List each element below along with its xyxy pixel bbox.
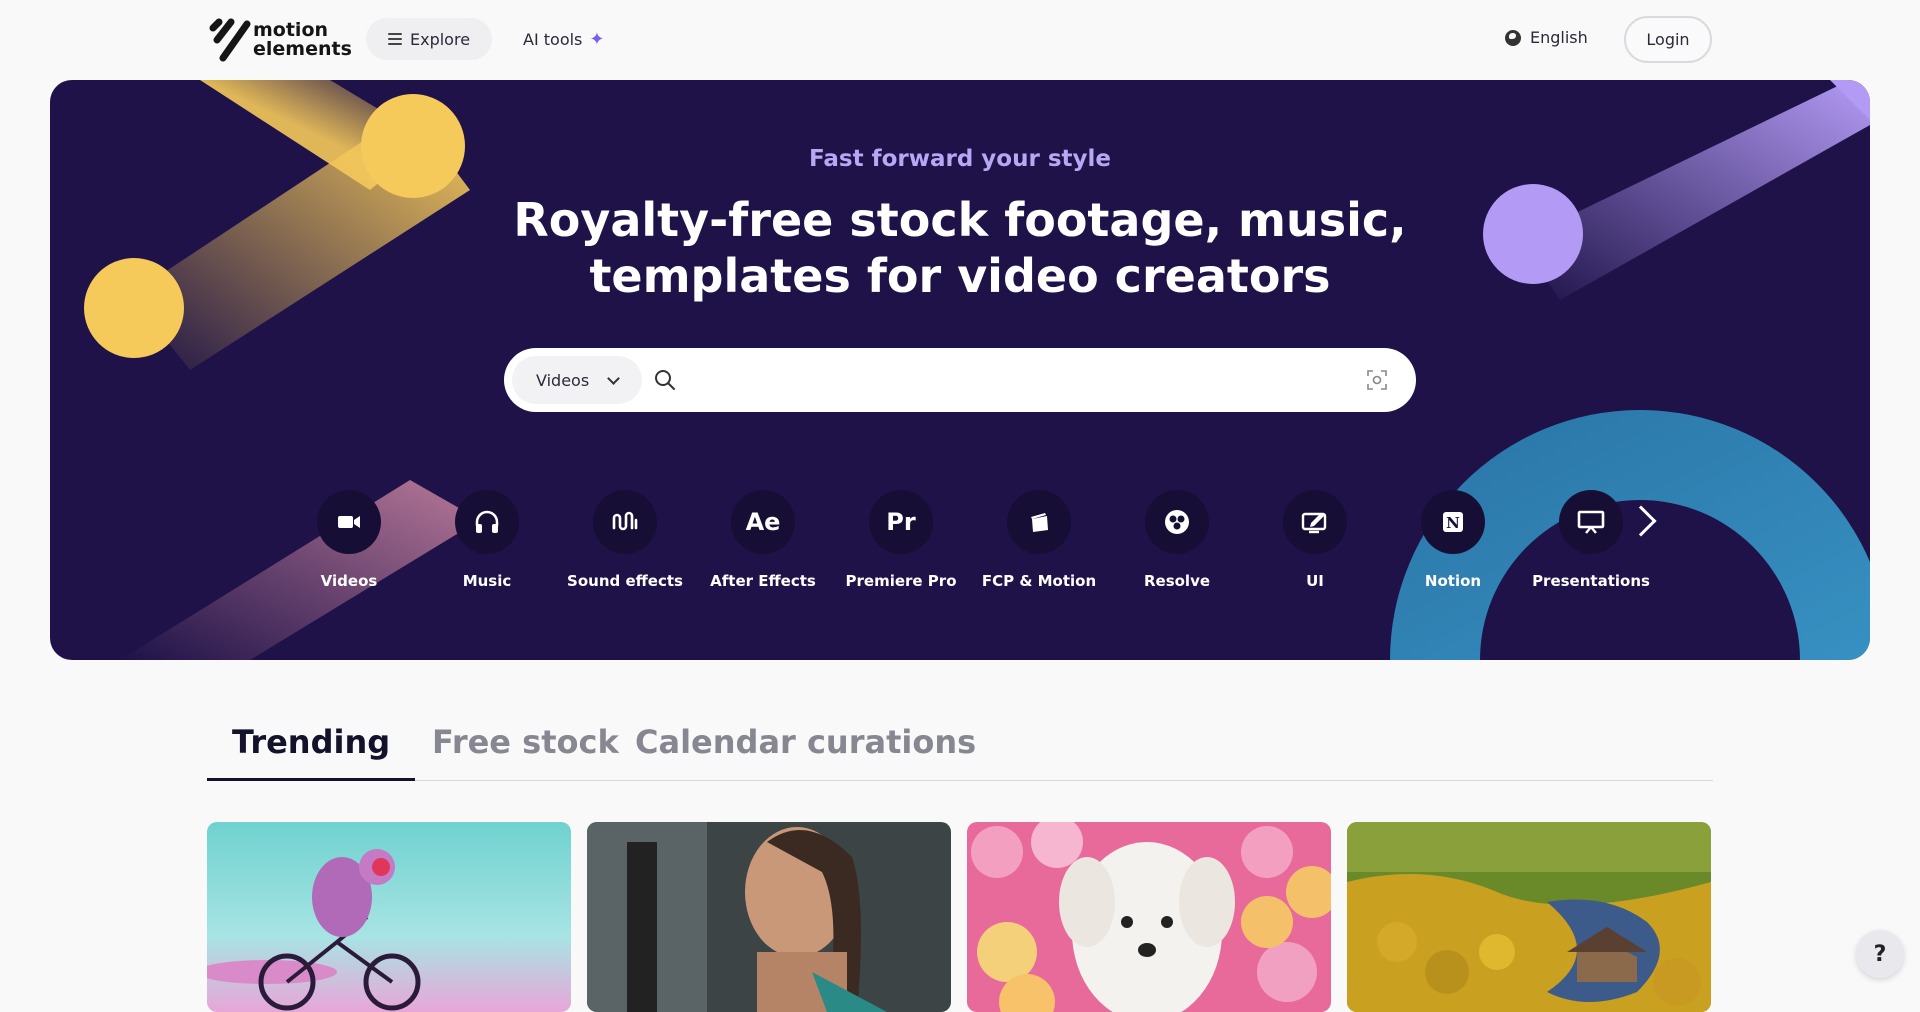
explore-label: Explore xyxy=(410,29,471,49)
trending-card[interactable] xyxy=(207,822,571,1012)
image-search-icon[interactable] xyxy=(1366,369,1388,391)
category-label: Premiere Pro xyxy=(845,572,957,590)
category-music[interactable]: Music xyxy=(418,490,556,590)
tab-free-stock[interactable]: Free stock xyxy=(407,723,644,781)
hero-tagline: Fast forward your style xyxy=(809,146,1111,172)
language-label: English xyxy=(1530,28,1588,47)
login-button[interactable]: Login xyxy=(1624,16,1712,63)
category-sound-effects[interactable]: Sound effects xyxy=(556,490,694,590)
motion-elements-logo[interactable]: motion elements xyxy=(207,18,352,62)
svg-text:N: N xyxy=(1446,514,1460,532)
resolve-icon xyxy=(1145,490,1209,554)
help-button[interactable]: ? xyxy=(1856,930,1904,978)
logo-mark-icon xyxy=(207,18,251,62)
explore-button[interactable]: Explore xyxy=(366,18,493,60)
headline-line1: Royalty-free stock footage, music, xyxy=(513,193,1407,247)
menu-icon xyxy=(388,33,402,45)
top-navigation-bar: motion elements Explore AI tools ✦ Engli… xyxy=(0,0,1920,80)
category-fcp-motion[interactable]: FCP & Motion xyxy=(970,490,1108,590)
category-resolve[interactable]: Resolve xyxy=(1108,490,1246,590)
search-type-dropdown[interactable]: Videos xyxy=(512,356,642,404)
category-label: Notion xyxy=(1424,572,1482,590)
search-input[interactable] xyxy=(694,360,1334,400)
sparkle-icon: ✦ xyxy=(589,28,605,50)
headphones-icon xyxy=(455,490,519,554)
content-tabs: Trending Free stock Calendar curations xyxy=(207,715,1713,781)
ai-tools-label: AI tools xyxy=(523,29,583,49)
category-label: After Effects xyxy=(710,572,816,590)
category-label: Resolve xyxy=(1143,572,1211,590)
category-videos[interactable]: Videos xyxy=(280,490,418,590)
tab-calendar-curations[interactable]: Calendar curations xyxy=(610,723,1001,781)
clapper-icon xyxy=(1007,490,1071,554)
category-notion[interactable]: N Notion xyxy=(1384,490,1522,590)
tab-trending[interactable]: Trending xyxy=(207,723,416,781)
logo-text-line2: elements xyxy=(253,38,352,60)
category-label: Sound effects xyxy=(567,572,683,590)
ae-icon: Ae xyxy=(731,490,795,554)
woman-gym-thumbnail xyxy=(587,822,951,1012)
category-presentations[interactable]: Presentations xyxy=(1522,490,1660,590)
pr-icon: Pr xyxy=(869,490,933,554)
ui-icon xyxy=(1283,490,1347,554)
chevron-down-icon xyxy=(607,372,620,385)
trending-card[interactable] xyxy=(1347,822,1711,1012)
search-type-label: Videos xyxy=(536,370,590,390)
notion-icon: N xyxy=(1421,490,1485,554)
category-label: Presentations xyxy=(1532,572,1650,590)
category-carousel: Videos Music Sound effects Ae After Effe… xyxy=(280,490,1720,600)
search-icon[interactable] xyxy=(654,369,676,391)
hero-banner: Fast forward your style Royalty-free sto… xyxy=(50,80,1870,660)
search-bar: Videos xyxy=(504,348,1416,412)
category-premiere-pro[interactable]: Pr Premiere Pro xyxy=(832,490,970,590)
forest-river-thumbnail xyxy=(1347,822,1711,1012)
hero-headline: Royalty-free stock footage, music, templ… xyxy=(50,192,1870,304)
category-label: FCP & Motion xyxy=(981,572,1097,590)
category-label: UI xyxy=(1306,572,1324,590)
category-ui[interactable]: UI xyxy=(1246,490,1384,590)
video-camera-icon xyxy=(317,490,381,554)
ai-tools-button[interactable]: AI tools ✦ xyxy=(523,18,604,60)
sound-wave-icon xyxy=(593,490,657,554)
astronaut-cyclist-thumbnail xyxy=(207,822,571,1012)
presentation-icon xyxy=(1559,490,1623,554)
category-after-effects[interactable]: Ae After Effects xyxy=(694,490,832,590)
trending-card[interactable] xyxy=(587,822,951,1012)
language-selector[interactable]: English xyxy=(1505,28,1588,47)
globe-icon xyxy=(1505,29,1521,46)
headline-line2: templates for video creators xyxy=(589,249,1331,303)
trending-grid xyxy=(207,822,1713,1012)
dog-macarons-thumbnail xyxy=(967,822,1331,1012)
category-label: Videos xyxy=(320,572,378,590)
trending-card[interactable] xyxy=(967,822,1331,1012)
category-label: Music xyxy=(462,572,512,590)
